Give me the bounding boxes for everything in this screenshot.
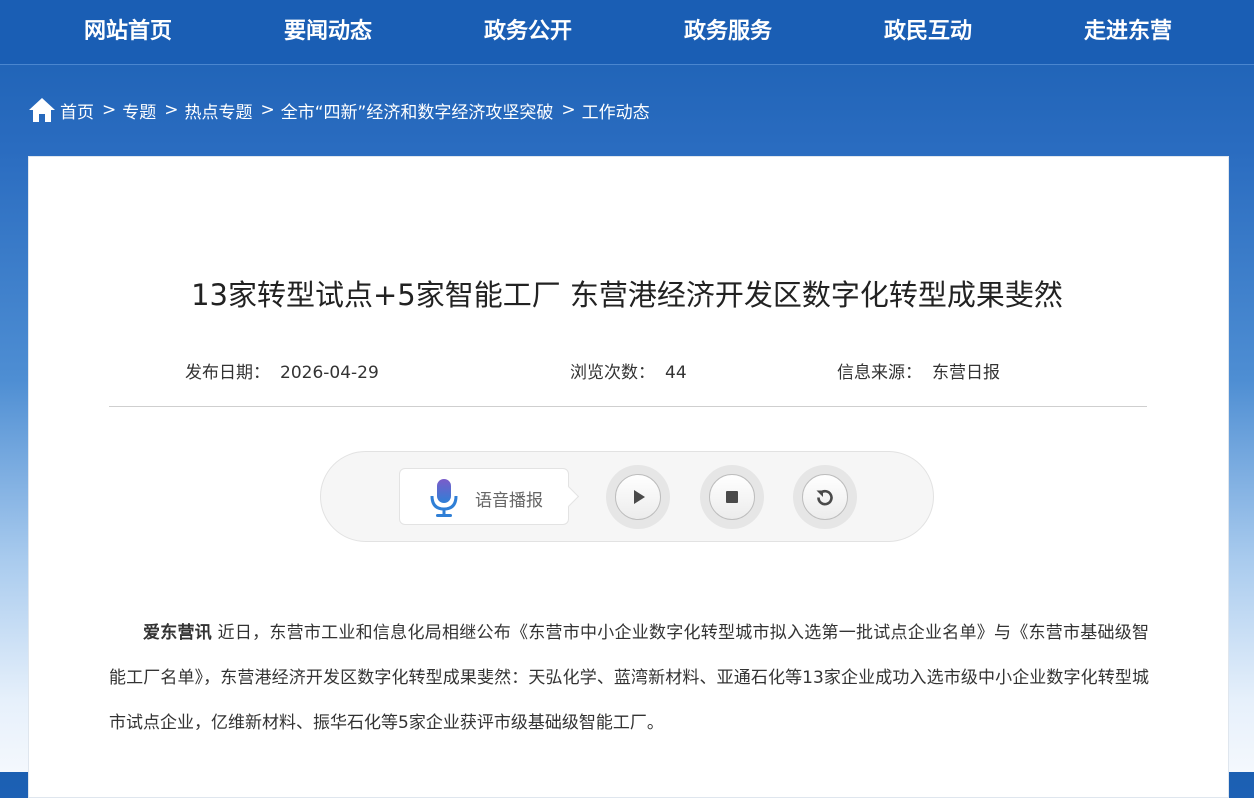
nav-item-news[interactable]: 要闻动态 <box>228 0 428 64</box>
replay-icon <box>816 489 833 506</box>
article-title: 13家转型试点+5家智能工厂 东营港经济开发区数字化转型成果斐然 <box>191 278 1063 312</box>
breadcrumb-separator: > <box>102 100 117 120</box>
voice-broadcast-label: 语音播报 <box>475 491 543 511</box>
nav-item-gov-service[interactable]: 政务服务 <box>628 0 828 64</box>
publish-date-value: 2026-04-29 <box>280 363 379 383</box>
stop-button[interactable] <box>700 465 764 529</box>
play-button[interactable] <box>606 465 670 529</box>
nav-item-home[interactable]: 网站首页 <box>28 0 228 64</box>
stop-icon <box>726 491 738 503</box>
nav-item-interaction[interactable]: 政民互动 <box>828 0 1028 64</box>
publish-date-label: 发布日期： <box>185 363 270 383</box>
breadcrumb-topics[interactable]: 专题 <box>122 98 156 123</box>
breadcrumb-hot-topics[interactable]: 热点专题 <box>185 98 253 123</box>
breadcrumb-separator: > <box>164 100 179 120</box>
breadcrumb-separator: > <box>561 100 576 120</box>
info-source: 信息来源： 东营日报 <box>837 358 1000 383</box>
play-icon <box>634 490 645 504</box>
view-count: 浏览次数： 44 <box>570 358 687 383</box>
nav-item-about-dongying[interactable]: 走进东营 <box>1028 0 1228 64</box>
top-nav: 网站首页 要闻动态 政务公开 政务服务 政民互动 走进东营 <box>0 0 1254 65</box>
nav-item-gov-open[interactable]: 政务公开 <box>428 0 628 64</box>
breadcrumb: 首页 > 专题 > 热点专题 > 全市“四新”经济和数字经济攻坚突破 > 工作动… <box>28 94 650 126</box>
divider <box>109 406 1147 407</box>
publish-date: 发布日期： 2026-04-29 <box>185 358 379 383</box>
article-body: 爱东营讯 近日，东营市工业和信息化局相继公布《东营市中小企业数字化转型城市拟入选… <box>109 611 1149 746</box>
info-source-label: 信息来源： <box>837 363 922 383</box>
view-count-label: 浏览次数： <box>570 363 655 383</box>
breadcrumb-separator: > <box>260 100 275 120</box>
breadcrumb-home[interactable]: 首页 <box>60 98 94 123</box>
home-icon[interactable] <box>28 96 56 124</box>
microphone-icon <box>430 479 458 517</box>
info-source-value: 东营日报 <box>932 363 1000 383</box>
replay-button[interactable] <box>793 465 857 529</box>
article-body-text: 近日，东营市工业和信息化局相继公布《东营市中小企业数字化转型城市拟入选第一批试点… <box>109 623 1150 733</box>
view-count-value: 44 <box>665 363 687 383</box>
voice-broadcast-box: 语音播报 <box>399 468 580 525</box>
breadcrumb-work-news[interactable]: 工作动态 <box>582 98 650 123</box>
breadcrumb-special-topic[interactable]: 全市“四新”经济和数字经济攻坚突破 <box>281 98 554 123</box>
article-lead: 爱东营讯 <box>143 623 213 643</box>
